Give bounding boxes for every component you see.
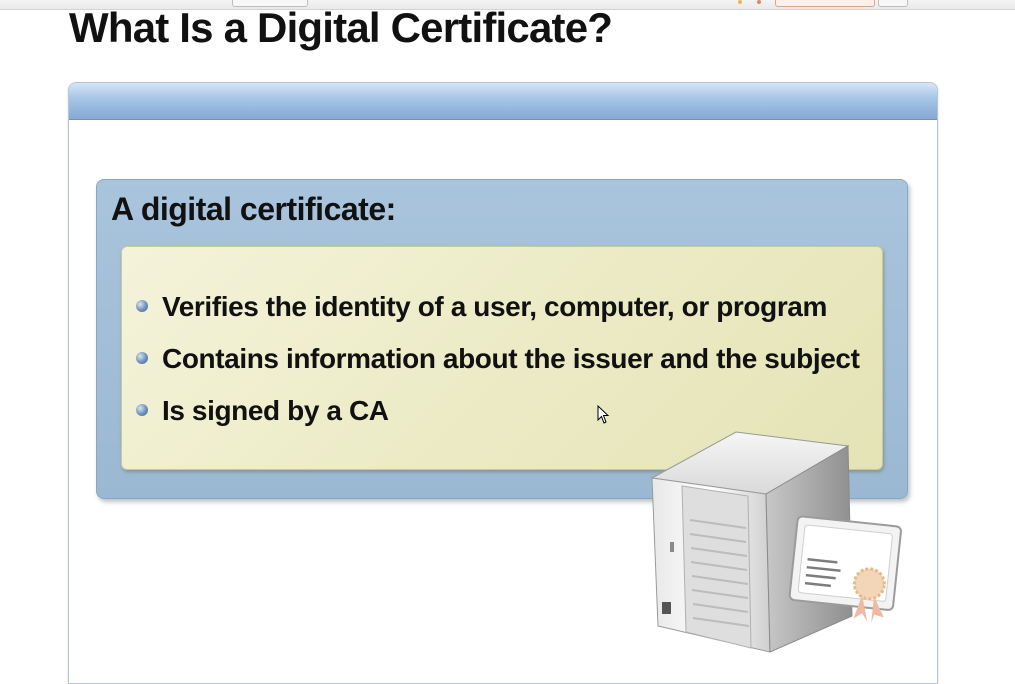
- box-heading: A digital certificate:: [111, 191, 396, 227]
- bullet-text: Contains information about the issuer an…: [162, 343, 860, 374]
- server-with-certificate-icon: [650, 431, 902, 653]
- mouse-pointer-icon: [597, 405, 610, 424]
- blue-sphere-bullet-icon: [136, 300, 148, 312]
- toolbar-search-field[interactable]: [775, 0, 875, 7]
- toolbar-star-icon[interactable]: [738, 0, 742, 4]
- slide-title: What Is a Digital Certificate?: [69, 4, 613, 51]
- toolbar-button[interactable]: [878, 0, 908, 7]
- blue-sphere-bullet-icon: [136, 352, 148, 364]
- panel-header-bar: [69, 83, 937, 120]
- toolbar-badge-icon[interactable]: [757, 0, 761, 4]
- list-item: Contains information about the issuer an…: [136, 339, 860, 391]
- blue-sphere-bullet-icon: [136, 404, 148, 416]
- bullet-text: Is signed by a CA: [162, 395, 389, 426]
- bullet-text: Verifies the identity of a user, compute…: [162, 291, 827, 322]
- list-item: Verifies the identity of a user, compute…: [136, 287, 860, 339]
